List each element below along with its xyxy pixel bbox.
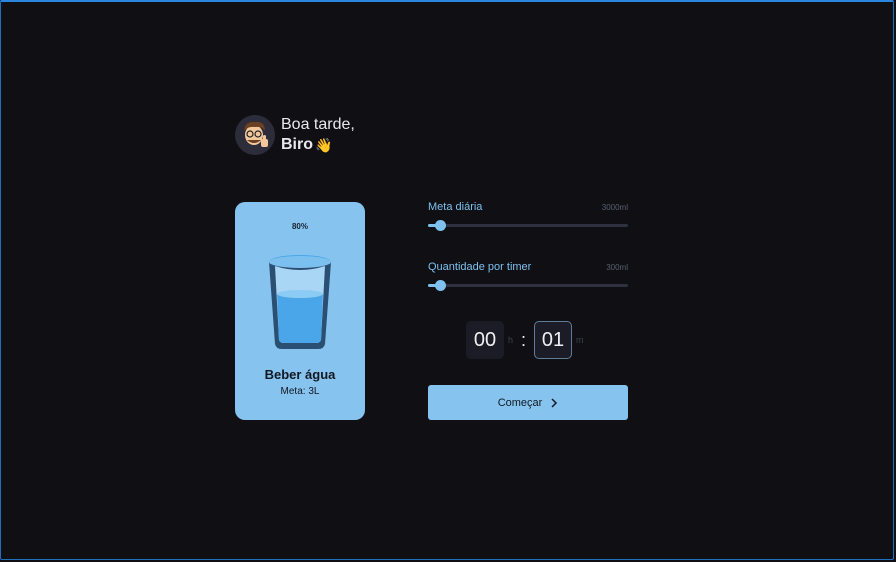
progress-percent: 80%	[291, 222, 308, 231]
slider-track[interactable]	[428, 280, 628, 291]
greeting-text: Boa tarde,	[281, 116, 355, 133]
slider-label: Meta diária	[428, 201, 483, 213]
slider-thumb[interactable]	[435, 280, 446, 291]
timer-separator: :	[521, 329, 527, 350]
slider-label: Quantidade por timer	[428, 261, 532, 273]
timer: 00 h : 01 m	[466, 321, 592, 359]
start-button-label: Começar	[497, 396, 543, 409]
slider-track[interactable]	[428, 220, 628, 231]
slider-value: 300ml	[606, 263, 628, 272]
minutes-input[interactable]: 01	[534, 321, 573, 359]
chevron-right-icon	[550, 397, 558, 408]
hours-input[interactable]: 00	[466, 321, 504, 359]
card-subtitle: Meta: 3L	[280, 386, 320, 397]
water-glass-icon	[269, 255, 331, 349]
card-title: Beber água	[264, 367, 336, 382]
daily-goal-slider: Meta diária 3000ml	[428, 201, 628, 231]
water-card: 80% Beber água Meta: 3L	[235, 202, 365, 420]
slider-value: 3000ml	[601, 203, 628, 212]
waving-hand-icon: 👋	[315, 137, 333, 153]
slider-thumb[interactable]	[435, 220, 446, 231]
minutes-unit: m	[576, 335, 584, 345]
greeting: Boa tarde, Biro 👋	[235, 115, 355, 155]
user-name: Biro	[281, 136, 313, 153]
avatar	[235, 115, 275, 155]
water-level	[277, 294, 323, 343]
amount-per-timer-slider: Quantidade por timer 300ml	[428, 261, 628, 291]
hours-unit: h	[508, 335, 514, 345]
start-button[interactable]: Começar	[428, 385, 628, 420]
